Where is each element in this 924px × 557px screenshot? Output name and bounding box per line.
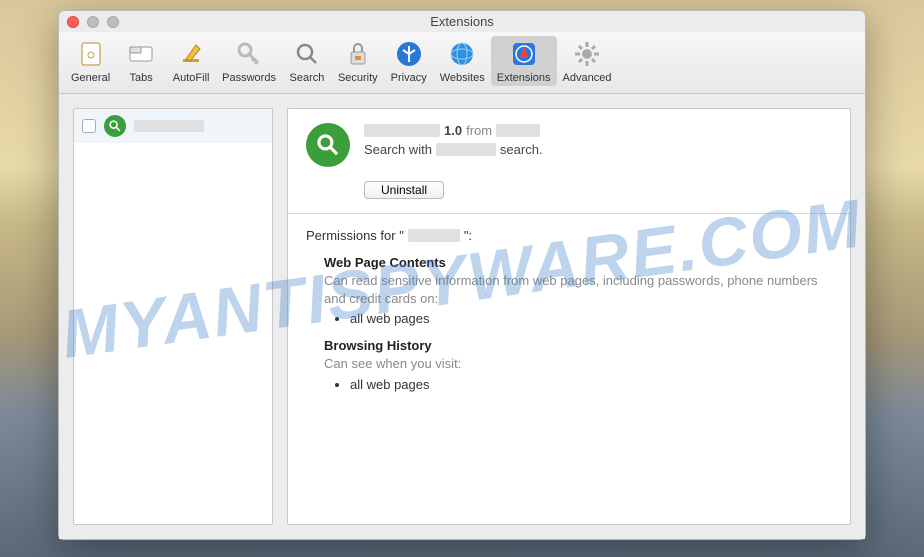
extension-name-redacted [134, 120, 204, 132]
permission-list: all web pages [350, 377, 832, 392]
websites-icon [446, 38, 478, 70]
extension-enable-checkbox[interactable] [82, 119, 96, 133]
tab-passwords[interactable]: Passwords [216, 36, 282, 86]
permission-section-history: Browsing History Can see when you visit:… [324, 338, 832, 392]
extensions-sidebar [73, 108, 273, 525]
sidebar-item[interactable] [74, 109, 272, 143]
permission-section-webpage: Web Page Contents Can read sensitive inf… [324, 255, 832, 326]
extension-icon-large [306, 123, 350, 167]
tab-autofill[interactable]: AutoFill [166, 36, 216, 86]
permissions-heading: Permissions for " ": [306, 228, 832, 243]
window-title: Extensions [67, 14, 857, 29]
tab-extensions[interactable]: Extensions [491, 36, 557, 86]
preferences-window: Extensions General Tabs AutoFill Passwor… [58, 10, 866, 540]
general-icon [75, 38, 107, 70]
tabs-icon [125, 38, 157, 70]
autofill-icon [175, 38, 207, 70]
extension-name-redacted [364, 124, 440, 137]
security-icon [342, 38, 374, 70]
detail-description: Search with search. [364, 142, 543, 157]
privacy-icon [393, 38, 425, 70]
search-name-redacted [436, 143, 496, 156]
uninstall-button[interactable]: Uninstall [364, 181, 444, 199]
tab-security[interactable]: Security [332, 36, 384, 86]
search-icon [291, 38, 323, 70]
content-area: 1.0 from Search with search. Uninstall P… [59, 94, 865, 539]
advanced-icon [571, 38, 603, 70]
tab-advanced[interactable]: Advanced [557, 36, 618, 86]
tab-websites[interactable]: Websites [434, 36, 491, 86]
tab-privacy[interactable]: Privacy [384, 36, 434, 86]
detail-header: 1.0 from Search with search. [306, 123, 832, 167]
extension-icon [104, 115, 126, 137]
extension-detail-panel: 1.0 from Search with search. Uninstall P… [287, 108, 851, 525]
passwords-icon [233, 38, 265, 70]
preferences-toolbar: General Tabs AutoFill Passwords Search [59, 32, 865, 94]
permission-item: all web pages [350, 311, 832, 326]
divider [288, 213, 850, 214]
maximize-button[interactable] [107, 16, 119, 28]
permission-item: all web pages [350, 377, 832, 392]
close-button[interactable] [67, 16, 79, 28]
tab-search[interactable]: Search [282, 36, 332, 86]
extensions-icon [508, 38, 540, 70]
detail-title: 1.0 from [364, 123, 543, 138]
permission-list: all web pages [350, 311, 832, 326]
tab-general[interactable]: General [65, 36, 116, 86]
extension-name-redacted [408, 229, 460, 242]
titlebar: Extensions [59, 11, 865, 32]
window-controls [67, 16, 119, 28]
minimize-button[interactable] [87, 16, 99, 28]
developer-name-redacted [496, 124, 540, 137]
tab-tabs[interactable]: Tabs [116, 36, 166, 86]
